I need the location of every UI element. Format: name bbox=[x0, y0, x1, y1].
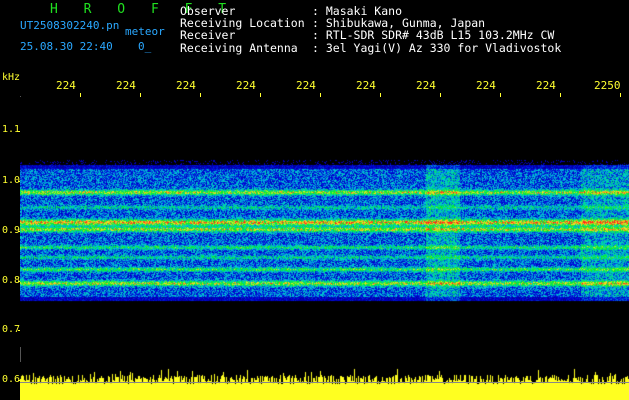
file-name: UT2508302240.pn bbox=[20, 19, 120, 32]
station-info: Observer : Masaki Kano Receiving Locatio… bbox=[180, 5, 612, 54]
y-axis-unit: kHz bbox=[2, 72, 21, 83]
x-tick-label: 2250 bbox=[594, 79, 621, 92]
x-tick-label: 224 bbox=[116, 79, 136, 92]
baseline-rule bbox=[20, 382, 629, 383]
counter: 0_ bbox=[138, 40, 152, 53]
x-tick-label: 224 bbox=[296, 79, 316, 92]
x-tick-label: 224 bbox=[176, 79, 196, 92]
x-tick-label: 224 bbox=[536, 79, 556, 92]
x-tick-label: 224 bbox=[56, 79, 76, 92]
timestamp: 25.08.30 22:40 bbox=[20, 40, 113, 53]
info-row-antenna: Receiving Antenna : 3el Yagi(V) Az 330 f… bbox=[180, 40, 612, 55]
info-value: : 3el Yagi(V) Az 330 for Vladivostok bbox=[312, 40, 562, 55]
x-tick-label: 224 bbox=[416, 79, 436, 92]
info-row-receiver: Receiver : RTL-SDR SDR# 43dB L15 103.2MH… bbox=[180, 29, 612, 41]
x-tick-label: 224 bbox=[356, 79, 376, 92]
file-suffix: meteor bbox=[125, 25, 165, 38]
signal-level-bars bbox=[20, 362, 629, 400]
x-tick-label: 224 bbox=[236, 79, 256, 92]
y-tick-label: 1.1 bbox=[2, 124, 21, 135]
waterfall-spectrogram bbox=[20, 97, 629, 347]
x-tick-label: 224 bbox=[476, 79, 496, 92]
info-value: : RTL-SDR SDR# 43dB L15 103.2MHz CW bbox=[312, 28, 555, 43]
info-key: Receiver bbox=[180, 28, 236, 43]
info-key: Receiving Antenna bbox=[180, 40, 298, 55]
